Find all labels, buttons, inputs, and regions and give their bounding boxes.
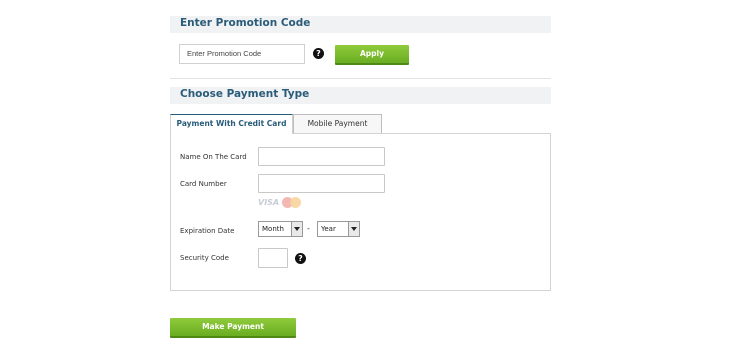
chevron-down-icon[interactable] xyxy=(291,222,302,236)
tab-mobile-payment[interactable]: Mobile Payment xyxy=(293,114,382,133)
help-icon[interactable]: ? xyxy=(295,253,306,264)
promotion-code-input[interactable]: Enter Promotion Code xyxy=(179,44,305,64)
chevron-down-icon[interactable] xyxy=(348,222,359,236)
card-logos: VISA xyxy=(258,197,306,209)
expiration-date-label: Expiration Date xyxy=(180,227,235,235)
month-select[interactable]: Month xyxy=(258,221,303,237)
payment-title: Choose Payment Type xyxy=(180,88,310,100)
card-number-input[interactable] xyxy=(258,174,385,193)
year-select-value: Year xyxy=(321,225,336,233)
name-on-card-label: Name On The Card xyxy=(180,153,247,161)
promotion-title: Enter Promotion Code xyxy=(180,17,311,29)
card-number-label: Card Number xyxy=(180,180,227,188)
month-select-value: Month xyxy=(262,225,284,233)
section-divider xyxy=(170,78,551,79)
year-select[interactable]: Year xyxy=(317,221,360,237)
promotion-section-header: Enter Promotion Code xyxy=(170,16,551,33)
help-icon[interactable]: ? xyxy=(313,48,324,59)
name-on-card-input[interactable] xyxy=(258,147,385,166)
security-code-label: Security Code xyxy=(180,254,229,262)
mastercard-icon xyxy=(282,197,302,208)
make-payment-button[interactable]: Make Payment xyxy=(170,318,296,338)
security-code-input[interactable] xyxy=(258,248,288,268)
tab-credit-card[interactable]: Payment With Credit Card xyxy=(170,114,293,134)
visa-icon: VISA xyxy=(258,198,280,207)
date-separator: - xyxy=(307,224,310,233)
payment-section-header: Choose Payment Type xyxy=(170,87,551,104)
apply-button[interactable]: Apply xyxy=(335,45,409,65)
